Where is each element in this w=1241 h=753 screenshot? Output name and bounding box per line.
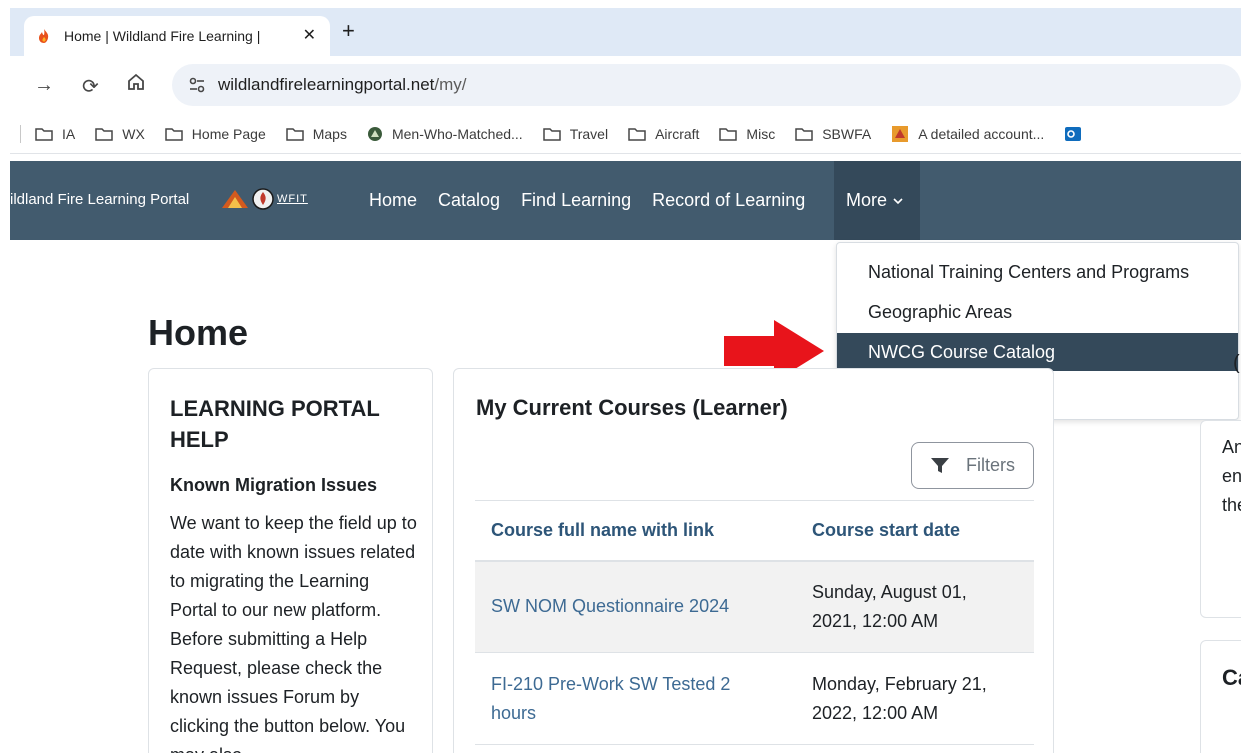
nav-find-learning[interactable]: Find Learning bbox=[521, 190, 631, 211]
site-brand[interactable]: ildland Fire Learning Portal bbox=[10, 191, 189, 208]
browser-tab-home[interactable]: Home | Wildland Fire Learning | ✕ bbox=[24, 16, 330, 56]
close-tab-icon[interactable]: ✕ bbox=[303, 25, 316, 45]
home-icon[interactable] bbox=[126, 72, 146, 98]
table-header-row: Course full name with link Course start … bbox=[475, 500, 1034, 562]
address-bar[interactable]: wildlandfirelearningportal.net/my/ bbox=[172, 64, 1241, 106]
bookmarks-bar: IA WX Home Page Maps Men-Who-Matched... … bbox=[10, 114, 1241, 154]
folder-icon bbox=[95, 127, 113, 141]
tab-title: Home | Wildland Fire Learning | bbox=[64, 28, 261, 44]
folder-icon bbox=[628, 127, 646, 141]
right-card-text: An en the bbox=[1222, 437, 1241, 515]
site-favicon-icon bbox=[367, 126, 382, 141]
filters-label: Filters bbox=[966, 455, 1015, 475]
site-navbar: ildland Fire Learning Portal WFIT Home C… bbox=[10, 161, 1241, 240]
bookmarks-divider bbox=[20, 124, 21, 143]
current-courses-card: My Current Courses (Learner) Filters Cou… bbox=[453, 368, 1054, 753]
brand-logos: WFIT bbox=[220, 188, 308, 210]
table-row: SW NOM Questionnaire 2024 Sunday, August… bbox=[475, 560, 1034, 653]
course-link[interactable]: SW NOM Questionnaire 2024 bbox=[475, 560, 796, 653]
bookmark-home-page[interactable]: Home Page bbox=[165, 126, 266, 142]
filters-button[interactable]: Filters bbox=[911, 442, 1034, 489]
agency-logo-icon bbox=[222, 190, 248, 208]
help-card-body: We want to keep the field up to date wit… bbox=[170, 513, 417, 753]
folder-icon bbox=[795, 127, 813, 141]
reload-icon[interactable]: ⟳ bbox=[82, 74, 99, 99]
site-info-icon[interactable] bbox=[188, 76, 206, 99]
fire-favicon-icon bbox=[36, 28, 52, 44]
agency-seal-icon bbox=[252, 188, 274, 210]
nav-more-menu[interactable]: More bbox=[834, 161, 920, 240]
help-card-subheading: Known Migration Issues bbox=[170, 475, 378, 495]
browser-tab-strip: Home | Wildland Fire Learning | ✕ + bbox=[10, 8, 1241, 56]
wfit-logo: WFIT bbox=[277, 193, 308, 205]
chevron-down-icon bbox=[893, 197, 903, 204]
table-row: FI-210 Pre-Work SW Tested 2 hours Monday… bbox=[475, 652, 1034, 745]
course-link[interactable]: FI-210 Pre-Work SW Tested 2 hours bbox=[475, 652, 796, 745]
folder-icon bbox=[165, 127, 183, 141]
bookmark-sbwfa[interactable]: SBWFA bbox=[795, 126, 871, 142]
nav-catalog[interactable]: Catalog bbox=[438, 190, 500, 211]
course-start-date: Monday, February 21, 2022, 12:00 AM bbox=[796, 652, 1034, 745]
site-favicon-icon bbox=[892, 125, 909, 142]
learning-portal-help-card: LEARNING PORTAL HELP Known Migration Iss… bbox=[148, 368, 433, 753]
nav-home[interactable]: Home bbox=[369, 190, 417, 211]
site-nav-links: Home Catalog Find Learning Record of Lea… bbox=[369, 161, 826, 240]
browser-toolbar: → ⟳ wildlandfirelearningportal.net/my/ bbox=[10, 56, 1241, 114]
filter-icon bbox=[931, 457, 949, 473]
courses-card-heading: My Current Courses (Learner) bbox=[476, 395, 788, 420]
bookmark-detailed-account[interactable]: A detailed account... bbox=[891, 125, 1044, 143]
page-title: Home bbox=[148, 312, 249, 353]
folder-icon bbox=[35, 127, 53, 141]
nav-record-of-learning[interactable]: Record of Learning bbox=[652, 190, 805, 211]
right-card2-heading: Ca bbox=[1222, 665, 1241, 690]
course-start-date: Sunday, August 01, 2021, 12:00 AM bbox=[796, 560, 1034, 653]
outlook-icon bbox=[1065, 126, 1082, 141]
column-header-start-date[interactable]: Course start date bbox=[796, 500, 1034, 562]
window-left-edge bbox=[0, 0, 10, 753]
nav-more-label: More bbox=[846, 190, 888, 210]
new-tab-button[interactable]: + bbox=[342, 18, 355, 44]
courses-table: Course full name with link Course start … bbox=[475, 500, 1034, 745]
url-text: wildlandfirelearningportal.net/my/ bbox=[218, 75, 467, 94]
bookmark-men-who-matched[interactable]: Men-Who-Matched... bbox=[367, 126, 523, 142]
menu-item-geographic-areas[interactable]: Geographic Areas bbox=[837, 293, 1238, 331]
menu-item-national-training-centers[interactable]: National Training Centers and Programs bbox=[837, 253, 1238, 291]
folder-icon bbox=[719, 127, 738, 141]
right-info-card: An en the bbox=[1200, 420, 1241, 618]
forward-icon[interactable]: → bbox=[34, 74, 54, 97]
bookmark-ia[interactable]: IA bbox=[35, 126, 75, 142]
outlook-bookmark[interactable] bbox=[1064, 125, 1091, 143]
bookmark-misc[interactable]: Misc bbox=[719, 126, 775, 142]
bookmark-aircraft[interactable]: Aircraft bbox=[628, 126, 699, 142]
bookmark-wx[interactable]: WX bbox=[95, 126, 145, 142]
right-calendar-card: Ca bbox=[1200, 640, 1241, 753]
right-card-partial-heading: ( bbox=[1233, 352, 1240, 374]
folder-icon bbox=[542, 127, 561, 141]
bookmark-travel[interactable]: Travel bbox=[542, 126, 608, 142]
column-header-course-name[interactable]: Course full name with link bbox=[475, 500, 796, 562]
bookmark-maps[interactable]: Maps bbox=[285, 126, 347, 142]
menu-item-nwcg-course-catalog[interactable]: NWCG Course Catalog bbox=[837, 333, 1238, 371]
help-card-heading: LEARNING PORTAL HELP bbox=[170, 396, 380, 452]
folder-icon bbox=[285, 127, 304, 141]
